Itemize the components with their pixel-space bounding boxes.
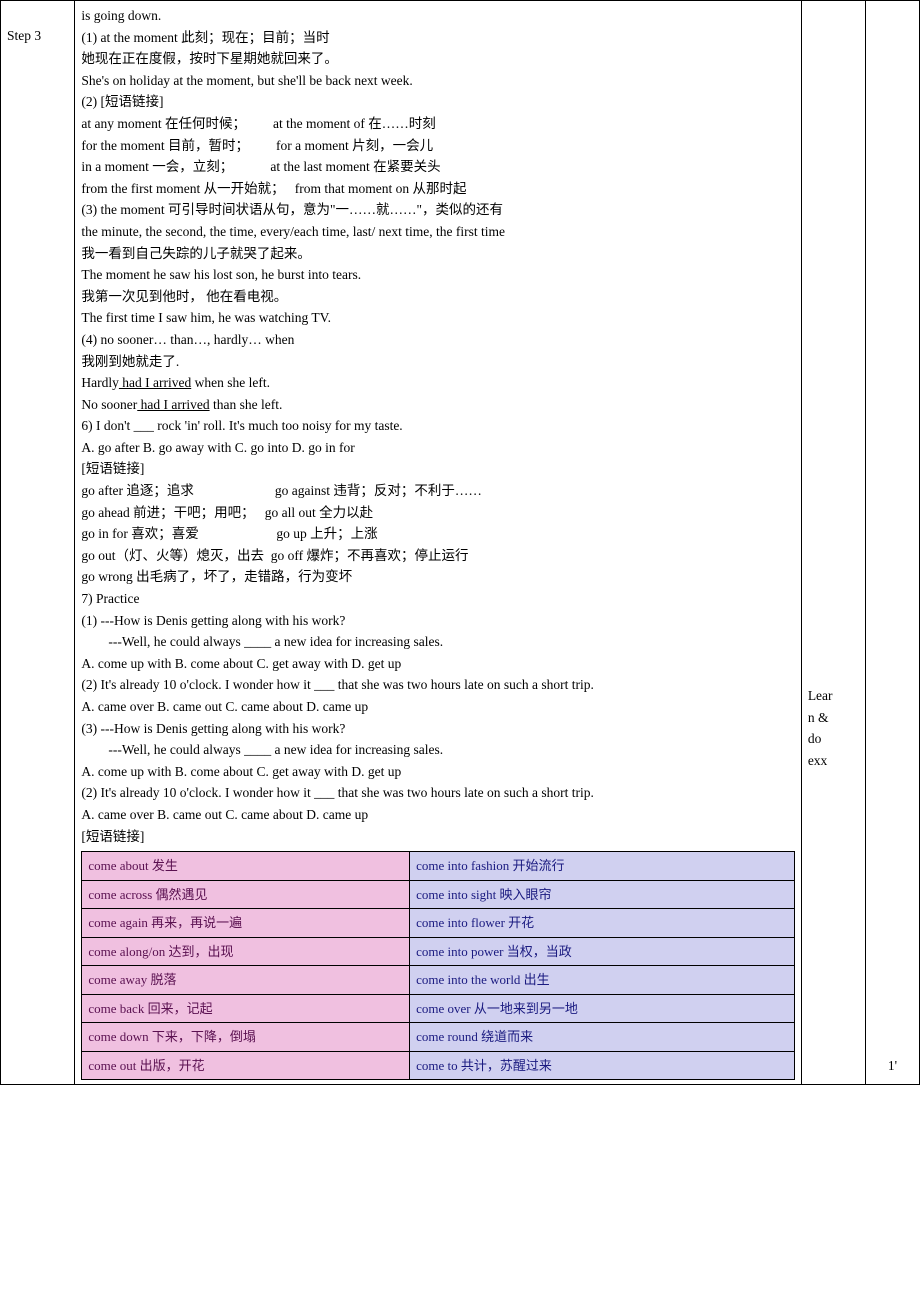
phrase-cell: come into power 当权，当政 [410,937,795,966]
table-row: come again 再来，再说一遍come into flower 开花 [82,909,794,938]
phrase-cell: come into flower 开花 [410,909,795,938]
line: (2) It's already 10 o'clock. I wonder ho… [81,674,794,696]
phrase-cell: come about 发生 [82,852,410,881]
line: go out（灯、火等）熄灭，出去 go off 爆炸；不再喜欢；停止运行 [81,545,794,567]
phrase-cell: come again 再来，再说一遍 [82,909,410,938]
line: ---Well, he could always ____ a new idea… [81,739,794,761]
main-content-cell: is going down. (1) at the moment 此刻；现在；目… [75,1,801,1085]
step-cell: Step 3 [1,1,75,1085]
line: (1) at the moment 此刻；现在；目前；当时 [81,27,794,49]
phrase-cell: come down 下来，下降，倒塌 [82,1023,410,1052]
line: 我刚到她就走了. [81,351,794,373]
line: [短语链接] [81,826,794,848]
line: the minute, the second, the time, every/… [81,221,794,243]
table-row: come away 脱落come into the world 出生 [82,966,794,995]
line: (4) no sooner… than…, hardly… when [81,329,794,351]
line: in a moment 一会，立刻； at the last moment 在紧… [81,156,794,178]
line: Hardly had I arrived when she left. [81,372,794,394]
table-row: come back 回来，记起come over 从一地来到另一地 [82,994,794,1023]
line: A. come up with B. come about C. get awa… [81,653,794,675]
line: ---Well, he could always ____ a new idea… [81,631,794,653]
phrase-cell: come round 绕道而来 [410,1023,795,1052]
line: from the first moment 从一开始就； from that m… [81,178,794,200]
step-label: Step 3 [7,28,41,43]
line: (1) ---How is Denis getting along with h… [81,610,794,632]
line: 我一看到自己失踪的儿子就哭了起来。 [81,243,794,265]
line: The first time I saw him, he was watchin… [81,307,794,329]
line: go in for 喜欢；喜爱 go up 上升；上涨 [81,523,794,545]
notes-text: Lear n & do exx [808,5,859,771]
line: 7) Practice [81,588,794,610]
phrase-cell: come out 出版，开花 [82,1051,410,1080]
table-row: come across 偶然遇见come into sight 映入眼帘 [82,880,794,909]
line: No sooner had I arrived than she left. [81,394,794,416]
line: A. came over B. came out C. came about D… [81,804,794,826]
line: A. go after B. go away with C. go into D… [81,437,794,459]
line: (3) the moment 可引导时间状语从句，意为"一……就……"，类似的还… [81,199,794,221]
time-text: 1' [872,5,913,1077]
table-row: come out 出版，开花come to 共计，苏醒过来 [82,1051,794,1080]
table-row: come about 发生come into fashion 开始流行 [82,852,794,881]
phrase-link-table: come about 发生come into fashion 开始流行 come… [81,851,794,1080]
phrase-cell: come along/on 达到，出现 [82,937,410,966]
line: The moment he saw his lost son, he burst… [81,264,794,286]
line: at any moment 在任何时候； at the moment of 在…… [81,113,794,135]
line: is going down. [81,5,794,27]
line: 6) I don't ___ rock 'in' roll. It's much… [81,415,794,437]
table-row: come down 下来，下降，倒塌come round 绕道而来 [82,1023,794,1052]
line: She's on holiday at the moment, but she'… [81,70,794,92]
phrase-cell: come into sight 映入眼帘 [410,880,795,909]
line: go after 追逐；追求 go against 违背；反对；不利于…… [81,480,794,502]
table-row: come along/on 达到，出现come into power 当权，当政 [82,937,794,966]
line: (3) ---How is Denis getting along with h… [81,718,794,740]
phrase-cell: come to 共计，苏醒过来 [410,1051,795,1080]
line: A. come up with B. come about C. get awa… [81,761,794,783]
phrase-cell: come over 从一地来到另一地 [410,994,795,1023]
phrase-cell: come into the world 出生 [410,966,795,995]
line: go ahead 前进；干吧；用吧； go all out 全力以赴 [81,502,794,524]
line: for the moment 目前，暂时； for a moment 片刻，一会… [81,135,794,157]
lesson-table: Step 3 is going down. (1) at the moment … [0,0,920,1085]
line: (2) [短语链接] [81,91,794,113]
phrase-cell: come across 偶然遇见 [82,880,410,909]
line: 我第一次见到他时， 他在看电视。 [81,286,794,308]
phrase-cell: come away 脱落 [82,966,410,995]
line: go wrong 出毛病了，坏了，走错路，行为变坏 [81,566,794,588]
line: A. came over B. came out C. came about D… [81,696,794,718]
line: [短语链接] [81,458,794,480]
line: (2) It's already 10 o'clock. I wonder ho… [81,782,794,804]
phrase-cell: come back 回来，记起 [82,994,410,1023]
notes-cell: Lear n & do exx [801,1,865,1085]
phrase-cell: come into fashion 开始流行 [410,852,795,881]
line: 她现在正在度假，按时下星期她就回来了。 [81,48,794,70]
time-cell: 1' [865,1,919,1085]
